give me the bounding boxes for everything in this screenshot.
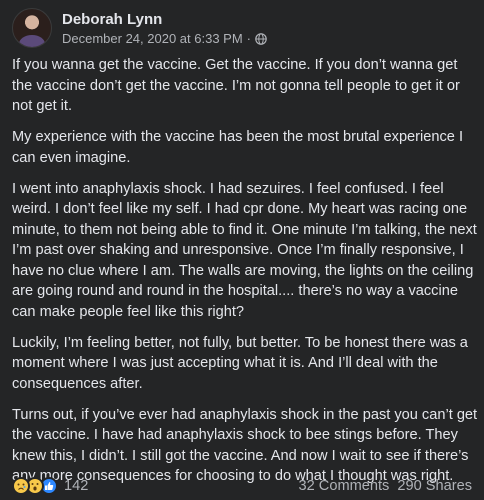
engagement-stats: 32 Comments 290 Shares: [299, 478, 473, 494]
post-paragraph: Luckily, I’m feeling better, not fully, …: [12, 334, 468, 392]
post-paragraph: Turns out, if you’ve ever had anaphylaxi…: [12, 406, 478, 485]
shares-count[interactable]: 290 Shares: [397, 478, 472, 494]
avatar[interactable]: [12, 8, 52, 48]
reactions-summary[interactable]: 142: [12, 477, 88, 495]
post-paragraph: If you wanna get the vaccine. Get the va…: [12, 57, 460, 114]
comments-count[interactable]: 32 Comments: [299, 478, 390, 494]
post-card: Deborah Lynn December 24, 2020 at 6:33 P…: [0, 0, 484, 500]
globe-icon: [255, 32, 267, 45]
separator-dot: ·: [246, 30, 252, 46]
post-meta: Deborah Lynn December 24, 2020 at 6:33 P…: [62, 10, 267, 47]
author-name[interactable]: Deborah Lynn: [62, 10, 267, 29]
post-subline: December 24, 2020 at 6:33 PM ·: [62, 30, 267, 47]
reaction-count[interactable]: 142: [64, 478, 88, 494]
post-timestamp[interactable]: December 24, 2020 at 6:33 PM: [62, 30, 243, 47]
post-paragraph: My experience with the vaccine has been …: [12, 129, 464, 166]
post-footer: 142 32 Comments 290 Shares: [12, 476, 472, 496]
post-header: Deborah Lynn December 24, 2020 at 6:33 P…: [12, 8, 267, 48]
post-body: If you wanna get the vaccine. Get the va…: [12, 55, 478, 497]
sad-reaction-icon: [12, 477, 30, 495]
post-paragraph: I went into anaphylaxis shock. I had sez…: [12, 180, 477, 320]
